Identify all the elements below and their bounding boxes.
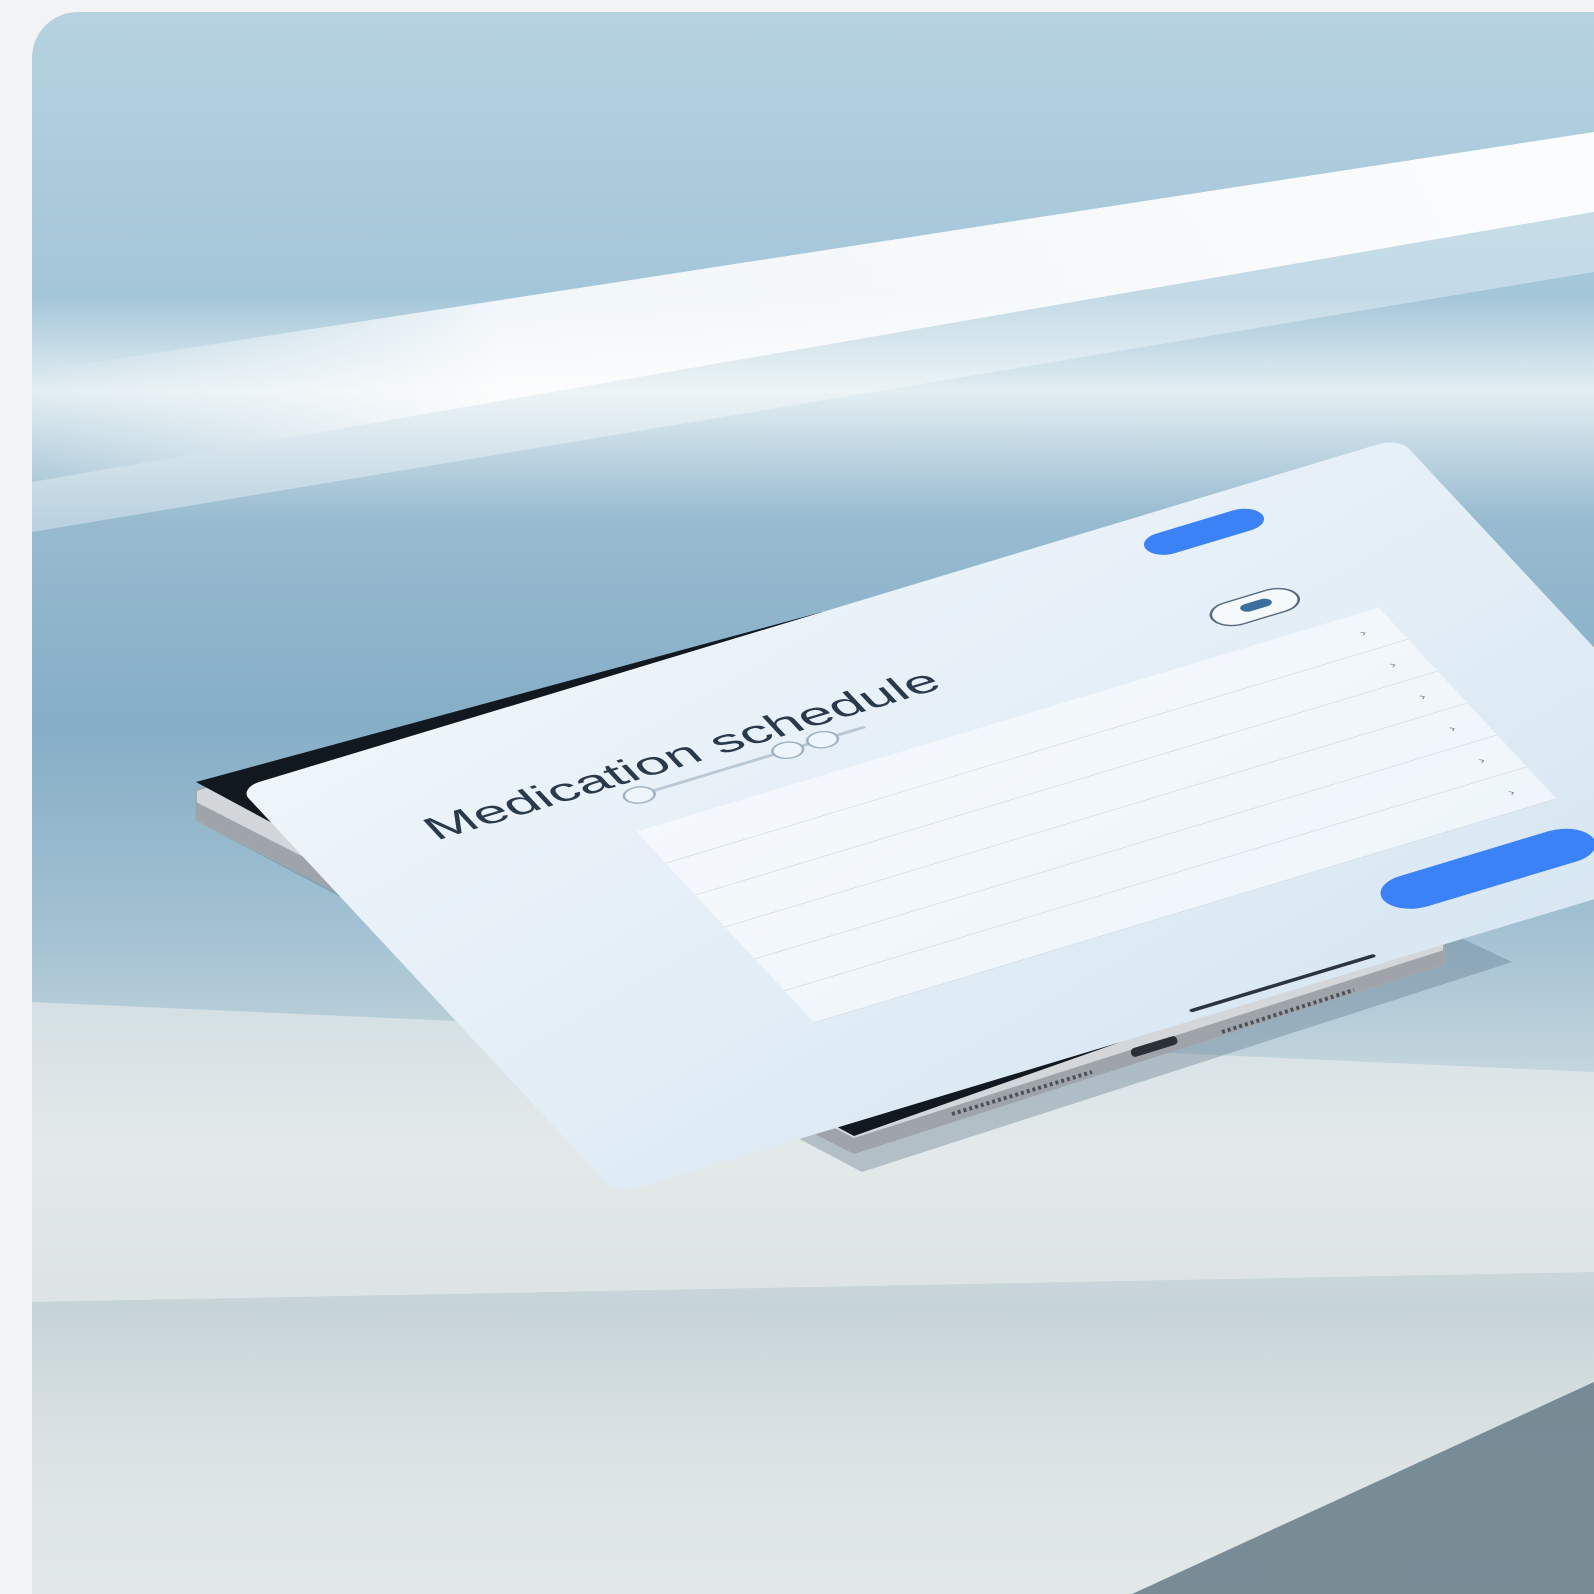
chevron-right-icon: › [1385, 658, 1400, 670]
chevron-right-icon: › [1355, 627, 1370, 638]
chevron-right-icon: › [1474, 754, 1489, 766]
chevron-right-icon: › [1504, 786, 1519, 798]
toggle-knob [1237, 597, 1275, 614]
reminder-toggle[interactable] [1201, 583, 1308, 632]
chevron-right-icon: › [1444, 722, 1459, 734]
photo-frame: Medication schedule › › › › › › [32, 12, 1594, 1594]
chevron-right-icon: › [1415, 690, 1430, 702]
top-action-button[interactable] [1136, 504, 1272, 560]
